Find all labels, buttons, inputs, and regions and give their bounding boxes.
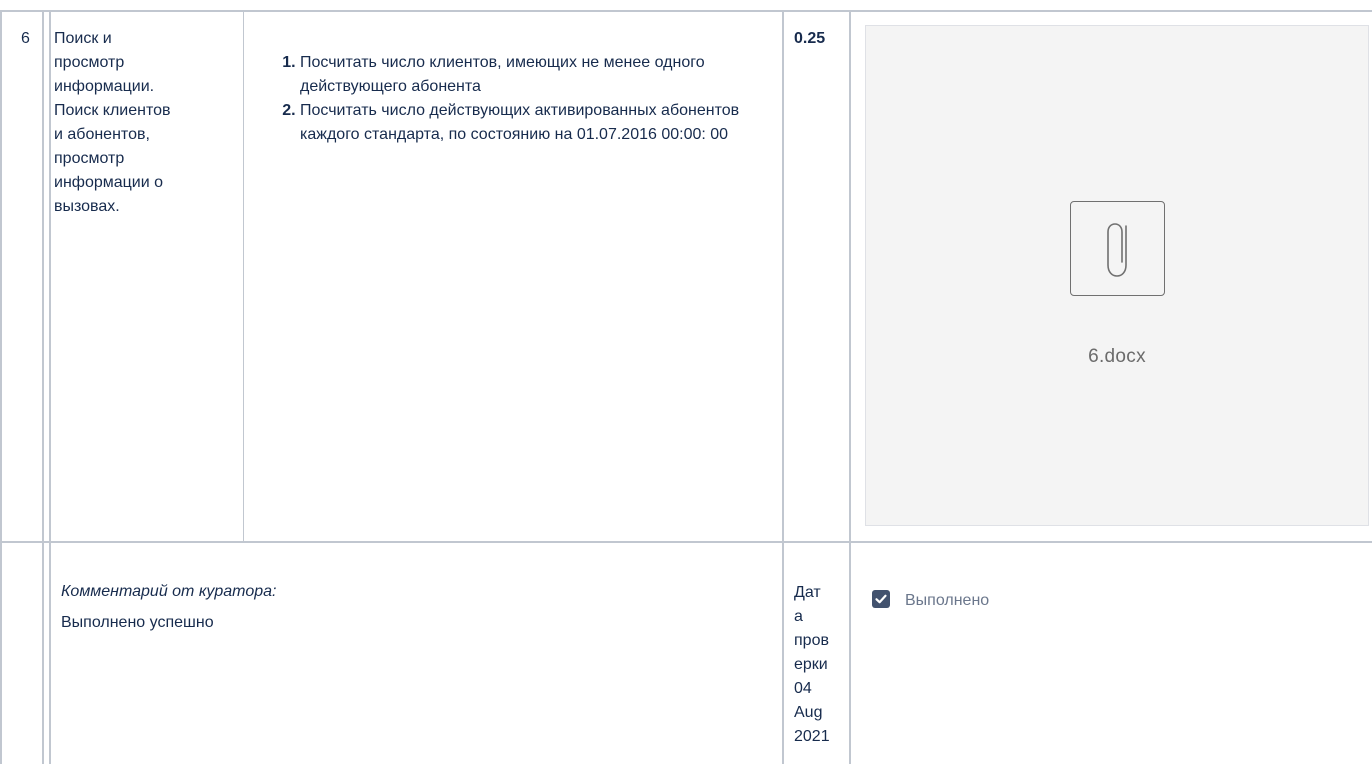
check-date-line: Дат <box>794 584 821 601</box>
check-date: Дат а пров ерки 04 Aug 2021 <box>794 581 834 749</box>
topic-line: и абонентов, <box>54 126 150 143</box>
attachment-preview[interactable]: 6.docx <box>865 25 1369 526</box>
task-score: 0.25 <box>794 30 826 47</box>
check-date-line: пров <box>794 632 829 649</box>
topic-line: информации о <box>54 174 164 191</box>
table-left-border <box>0 10 2 764</box>
status-done-label: Выполнено <box>905 592 990 609</box>
col-divider-topic <box>49 10 51 764</box>
checkbox-checked-icon[interactable] <box>872 590 890 608</box>
table-top-border <box>0 10 1372 12</box>
topic-line: Поиск и <box>54 30 112 47</box>
attachment-file-name[interactable]: 6.docx <box>866 346 1368 368</box>
col-divider-attach <box>849 10 851 764</box>
topic-line: информации. <box>54 78 155 95</box>
topic-line: просмотр <box>54 150 125 167</box>
check-date-line: а <box>794 608 803 625</box>
check-date-line: Aug <box>794 704 823 721</box>
task-steps-list: Посчитать число клиентов, имеющих не мен… <box>254 51 774 147</box>
topic-line: вызовах. <box>54 198 120 215</box>
col-divider-steps <box>243 10 244 541</box>
curator-comment-label: Комментарий от куратора: <box>61 583 277 600</box>
check-date-line: 2021 <box>794 728 830 745</box>
curator-comment-text: Выполнено успешно <box>61 614 214 631</box>
check-date-line: ерки <box>794 656 828 673</box>
topic-line: просмотр <box>54 54 125 71</box>
task-step: Посчитать число клиентов, имеющих не мен… <box>300 51 774 99</box>
task-step: Посчитать число действующих активированн… <box>300 99 774 147</box>
paperclip-icon <box>1070 201 1165 296</box>
status-done-toggle[interactable]: Выполнено <box>872 587 989 611</box>
col-divider-score <box>782 10 784 764</box>
row-divider <box>0 541 1372 543</box>
task-topic: Поиск и просмотр информации. Поиск клиен… <box>54 27 234 219</box>
task-number: 6 <box>21 30 30 47</box>
topic-line: Поиск клиентов <box>54 102 171 119</box>
col-divider-num <box>42 10 44 764</box>
check-date-line: 04 <box>794 680 812 697</box>
